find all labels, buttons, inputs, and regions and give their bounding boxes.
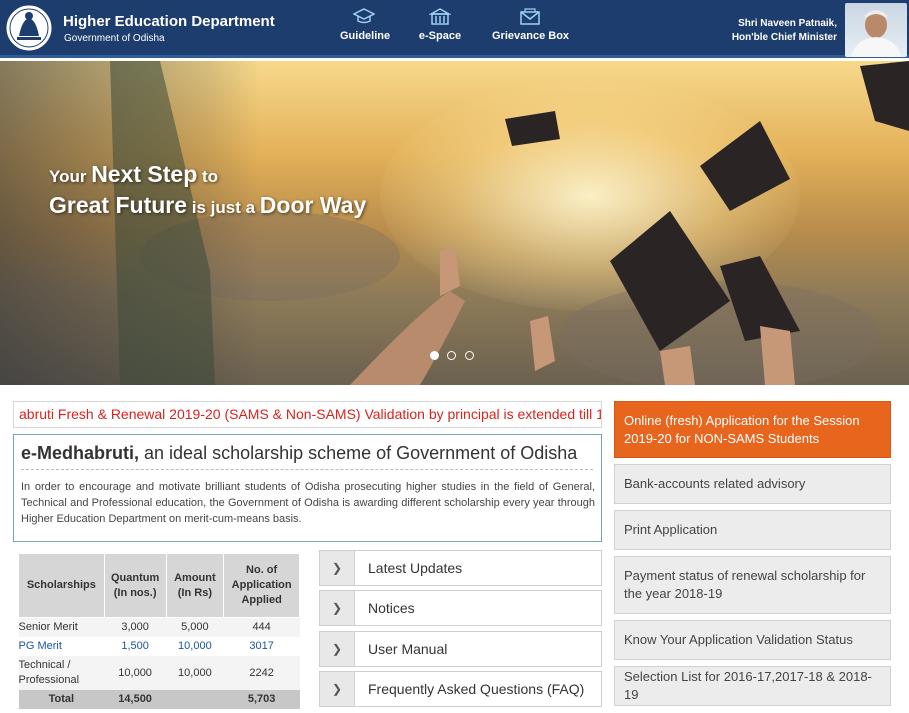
chevron-right-icon: ❯	[320, 672, 355, 706]
accordion-label: Notices	[368, 600, 415, 616]
accordion-label: Latest Updates	[368, 560, 463, 576]
slide-dot-1[interactable]	[430, 351, 439, 360]
col-header: Scholarships	[18, 553, 105, 618]
sidebar-link-validation-status[interactable]: Know Your Application Validation Status	[614, 620, 891, 660]
table-cell: 14,500	[104, 689, 167, 709]
nav-espace-label: e-Space	[418, 30, 462, 42]
news-ticker[interactable]: abruti Fresh & Renewal 2019-20 (SAMS & N…	[13, 401, 602, 428]
graduation-caps-illustration	[110, 61, 909, 385]
accordion-faq[interactable]: ❯ Frequently Asked Questions (FAQ)	[319, 671, 602, 707]
table-cell: 10,000	[104, 655, 167, 690]
table-cell: 5,000	[166, 617, 224, 637]
table-cell: 5,703	[223, 689, 300, 709]
col-header: Amount (In Rs)	[165, 553, 225, 618]
nav-grievance-box[interactable]: Grievance Box	[492, 7, 570, 49]
table-cell: 3017	[249, 640, 274, 652]
department-title[interactable]: Higher Education Department	[63, 13, 275, 30]
intro-panel: e-Medhabruti, an ideal scholarship schem…	[13, 434, 602, 542]
slide-dot-2[interactable]	[447, 351, 457, 360]
table-row: Senior Merit 3,000 5,000 444	[18, 617, 300, 637]
sidebar-link-online-application[interactable]: Online (fresh) Application for the Sessi…	[614, 401, 891, 458]
chevron-right-icon: ❯	[320, 551, 355, 585]
table-total-row: Total 14,500 5,703	[18, 689, 300, 709]
person-portrait-icon	[851, 10, 901, 57]
accordion-user-manual[interactable]: ❯ User Manual	[319, 631, 602, 667]
table-cell: Total	[18, 689, 105, 709]
table-header-row: Scholarships Quantum (In nos.) Amount (I…	[18, 553, 300, 618]
accordion-notices[interactable]: ❯ Notices	[319, 590, 602, 626]
ticker-text[interactable]: abruti Fresh & Renewal 2019-20 (SAMS & N…	[19, 406, 601, 422]
graduation-cap-icon	[353, 8, 375, 24]
intro-title: e-Medhabruti, an ideal scholarship schem…	[21, 443, 578, 463]
accordion-latest-updates[interactable]: ❯ Latest Updates	[319, 550, 602, 586]
sidebar-link-payment-status[interactable]: Payment status of renewal scholarship fo…	[614, 556, 891, 614]
table-cell: Technical / Professional	[18, 655, 105, 690]
odisha-emblem-logo[interactable]	[4, 2, 54, 54]
table-cell: PG Merit	[18, 640, 62, 652]
site-header: Higher Education Department Government o…	[0, 0, 909, 58]
slide-dot-3[interactable]	[464, 351, 474, 360]
sidebar-link-bank-advisory[interactable]: Bank-accounts related advisory	[614, 464, 891, 504]
hero-tagline-line2: Great Future is just a Door Way	[49, 192, 367, 218]
col-header: No. of Application Applied	[223, 553, 300, 618]
table-cell: 10,000	[178, 640, 212, 652]
table-cell: 10,000	[166, 655, 224, 690]
chief-minister-caption: Shri Naveen Patnaik, Hon'ble Chief Minis…	[732, 17, 837, 45]
intro-description: In order to encourage and motivate brill…	[21, 481, 595, 525]
building-icon	[429, 8, 451, 25]
chevron-right-icon: ❯	[320, 591, 355, 625]
cm-title: Hon'ble Chief Minister	[731, 32, 837, 43]
accordion-label: Frequently Asked Questions (FAQ)	[368, 681, 585, 697]
nav-grievance-label: Grievance Box	[492, 30, 570, 42]
accordion-label: User Manual	[368, 641, 448, 657]
sidebar-link-print-application[interactable]: Print Application	[614, 510, 891, 550]
table-cell: 2242	[223, 655, 300, 690]
cm-name: Shri Naveen Patnaik,	[738, 18, 837, 29]
hero-tagline-line1: Your Next Step to	[49, 161, 219, 187]
nav-guideline[interactable]: Guideline	[340, 7, 391, 49]
table-cell: 444	[223, 617, 300, 637]
envelope-icon	[520, 8, 540, 25]
table-cell: Senior Merit	[18, 617, 105, 637]
slider-pagination	[430, 347, 478, 365]
hero-banner[interactable]: Your Next Step to Great Future is just a…	[0, 61, 909, 385]
table-cell: 3,000	[104, 617, 167, 637]
nav-espace[interactable]: e-Space	[418, 7, 462, 49]
table-row: PG Merit 1,500 10,000 3017	[19, 637, 300, 656]
table-row: Technical / Professional 10,000 10,000 2…	[18, 655, 300, 690]
table-cell: 1,500	[121, 640, 149, 652]
scholarship-table: Scholarships Quantum (In nos.) Amount (I…	[18, 553, 300, 709]
sidebar-link-selection-list[interactable]: Selection List for 2016-17,2017-18 & 201…	[614, 666, 891, 706]
table-cell	[166, 689, 224, 709]
chief-minister-photo	[845, 3, 907, 57]
department-subtitle: Government of Odisha	[64, 33, 165, 44]
col-header: Quantum (In nos.)	[103, 553, 167, 618]
divider	[21, 469, 593, 470]
nav-guideline-label: Guideline	[340, 30, 391, 42]
chevron-right-icon: ❯	[320, 632, 355, 666]
